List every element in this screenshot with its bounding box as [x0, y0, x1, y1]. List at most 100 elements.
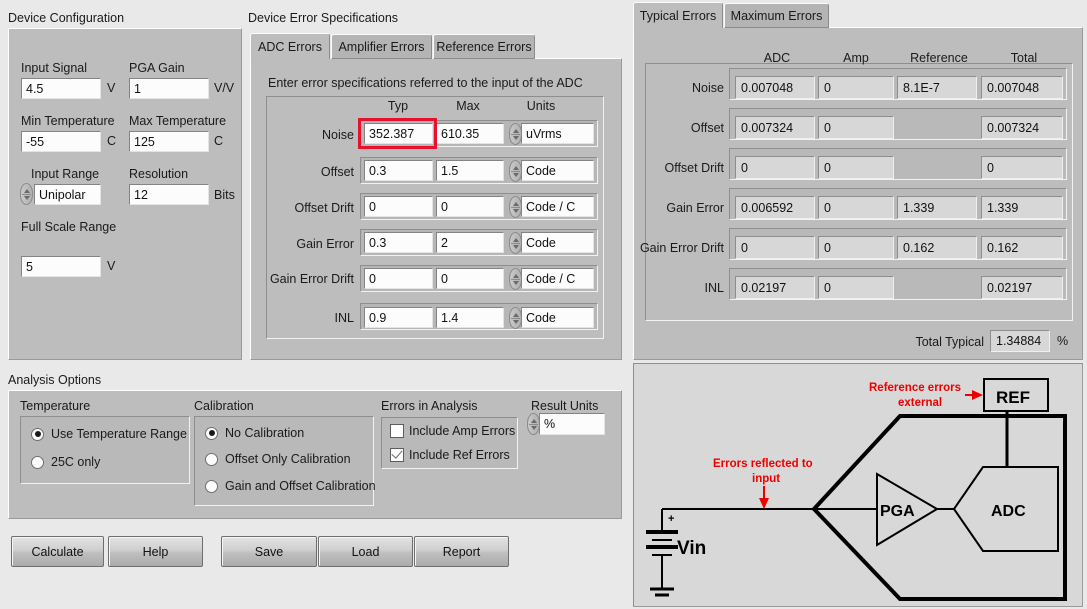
results-noise-total-value: 0.007048	[981, 76, 1063, 99]
spec-gain-error-drift-typ-input[interactable]: 0	[364, 268, 433, 289]
spec-gain-error-drift-units-input[interactable]: Code / C	[521, 268, 594, 289]
report-button-label: Report	[443, 545, 481, 559]
max-temperature-label: Max Temperature	[129, 114, 226, 128]
vin-label: Vin	[677, 538, 706, 559]
radio-use-temperature-range[interactable]: Use Temperature Range	[31, 427, 187, 441]
spec-offset-drift-typ-input[interactable]: 0	[364, 196, 433, 217]
spec-offset-units-input[interactable]: Code	[521, 160, 594, 181]
results-gain-error-adc-value: 0.006592	[735, 196, 815, 219]
spec-noise-units-input[interactable]: uVrms	[521, 123, 594, 144]
column-header-max: Max	[435, 99, 501, 113]
adc-label: ADC	[991, 503, 1026, 520]
full-scale-range-input[interactable]: 5	[21, 256, 101, 277]
input-range-spinner[interactable]	[20, 183, 33, 205]
arrow-down-icon	[759, 498, 769, 509]
radio-icon	[205, 480, 218, 493]
column-header-units: Units	[510, 99, 572, 113]
spinner-divider	[22, 194, 31, 195]
tab-maximum-errors-label: Maximum Errors	[731, 9, 823, 23]
results-column-header-adc: ADC	[738, 51, 816, 65]
min-temperature-unit: C	[107, 134, 116, 148]
results-gain-error-total-value: 1.339	[981, 196, 1063, 219]
spinner-divider	[511, 243, 520, 244]
spinner-divider	[511, 318, 520, 319]
chevron-down-icon	[513, 245, 519, 249]
spec-offset-typ-input[interactable]: 0.3	[364, 160, 433, 181]
spec-gain-error-drift-max-input[interactable]: 0	[436, 268, 504, 289]
tab-reference-errors-label: Reference Errors	[436, 40, 531, 54]
tab-amplifier-errors[interactable]: Amplifier Errors	[331, 34, 432, 59]
tab-amplifier-errors-label: Amplifier Errors	[338, 40, 424, 54]
load-button[interactable]: Load	[318, 536, 413, 567]
spec-offset-drift-units-input[interactable]: Code / C	[521, 196, 594, 217]
radio-label: 25C only	[51, 455, 100, 469]
save-button[interactable]: Save	[221, 536, 317, 567]
chevron-up-icon	[531, 419, 537, 423]
min-temperature-input[interactable]: -55	[21, 131, 101, 152]
resolution-input[interactable]: 12	[129, 184, 209, 205]
help-button[interactable]: Help	[108, 536, 203, 567]
checkbox-include-ref-errors[interactable]: Include Ref Errors	[390, 448, 510, 462]
results-offset-drift-adc-value: 0	[735, 156, 815, 179]
report-button[interactable]: Report	[414, 536, 509, 567]
radio-25c-only[interactable]: 25C only	[31, 455, 100, 469]
min-temperature-label: Min Temperature	[21, 114, 115, 128]
spec-offset-max-input[interactable]: 1.5	[436, 160, 504, 181]
pga-label: PGA	[880, 503, 915, 520]
spec-gain-error-units-input[interactable]: Code	[521, 232, 594, 253]
input-range-input[interactable]: Unipolar	[34, 184, 101, 205]
spec-noise-max-input[interactable]: 610.35	[436, 123, 504, 144]
radio-label: Use Temperature Range	[51, 427, 187, 441]
checkbox-icon	[390, 424, 404, 438]
chevron-up-icon	[24, 189, 30, 193]
radio-offset-only-calibration[interactable]: Offset Only Calibration	[205, 452, 351, 466]
radio-icon	[205, 427, 218, 440]
results-noise-reference-value: 8.1E-7	[897, 76, 977, 99]
tab-reference-errors[interactable]: Reference Errors	[433, 34, 535, 59]
pga-gain-input[interactable]: 1	[129, 78, 209, 99]
spec-offset-drift-max-input[interactable]: 0	[436, 196, 504, 217]
spec-inl-units-input[interactable]: Code	[521, 307, 594, 328]
max-temperature-input[interactable]: 125	[129, 131, 209, 152]
radio-label: No Calibration	[225, 426, 304, 440]
radio-gain-and-offset-calibration[interactable]: Gain and Offset Calibration	[205, 479, 376, 493]
results-row-label-offset-drift: Offset Drift	[630, 161, 724, 175]
spinner-divider	[511, 134, 520, 135]
spec-gain-error-typ-input[interactable]: 0.3	[364, 232, 433, 253]
calculate-button[interactable]: Calculate	[11, 536, 104, 567]
spec-inl-typ-input[interactable]: 0.9	[364, 307, 433, 328]
chevron-up-icon	[513, 202, 519, 206]
tab-typical-errors[interactable]: Typical Errors	[633, 2, 723, 28]
checkbox-include-amp-errors[interactable]: Include Amp Errors	[390, 424, 515, 438]
chevron-down-icon	[513, 173, 519, 177]
calculate-button-label: Calculate	[31, 545, 83, 559]
tab-adc-errors[interactable]: ADC Errors	[250, 33, 330, 59]
result-units-input[interactable]: %	[539, 413, 605, 435]
results-gain-error-drift-amp-value: 0	[818, 236, 894, 259]
results-gain-error-amp-value: 0	[818, 196, 894, 219]
chevron-down-icon	[513, 281, 519, 285]
column-header-typ: Typ	[360, 99, 436, 113]
spec-inl-max-input[interactable]: 1.4	[436, 307, 504, 328]
results-offset-drift-total-value: 0	[981, 156, 1063, 179]
radio-label: Gain and Offset Calibration	[225, 479, 376, 493]
input-signal-input[interactable]: 4.5	[21, 78, 101, 99]
help-button-label: Help	[143, 545, 169, 559]
input-signal-unit: V	[107, 81, 115, 95]
tab-maximum-errors[interactable]: Maximum Errors	[724, 3, 829, 28]
signal-chain-diagram: + Vin PGA ADC REF Errors reflected to in…	[633, 363, 1083, 607]
radio-no-calibration[interactable]: No Calibration	[205, 426, 304, 440]
spec-gain-error-max-input[interactable]: 2	[436, 232, 504, 253]
chevron-down-icon	[513, 209, 519, 213]
results-row-label-gain-error-drift: Gain Error Drift	[620, 241, 724, 255]
chevron-down-icon	[531, 426, 537, 430]
results-row-label-gain-error: Gain Error	[630, 201, 724, 215]
spec-noise-typ-input[interactable]: 352.387	[364, 123, 433, 144]
total-typical-unit: %	[1057, 334, 1068, 348]
load-button-label: Load	[352, 545, 380, 559]
spec-row-label-gain-error-drift: Gain Error Drift	[254, 272, 354, 286]
chevron-down-icon	[513, 136, 519, 140]
spec-row-label-offset-drift: Offset Drift	[266, 201, 354, 215]
resolution-unit: Bits	[214, 188, 235, 202]
input-error-annotation-line2: input	[752, 473, 780, 485]
